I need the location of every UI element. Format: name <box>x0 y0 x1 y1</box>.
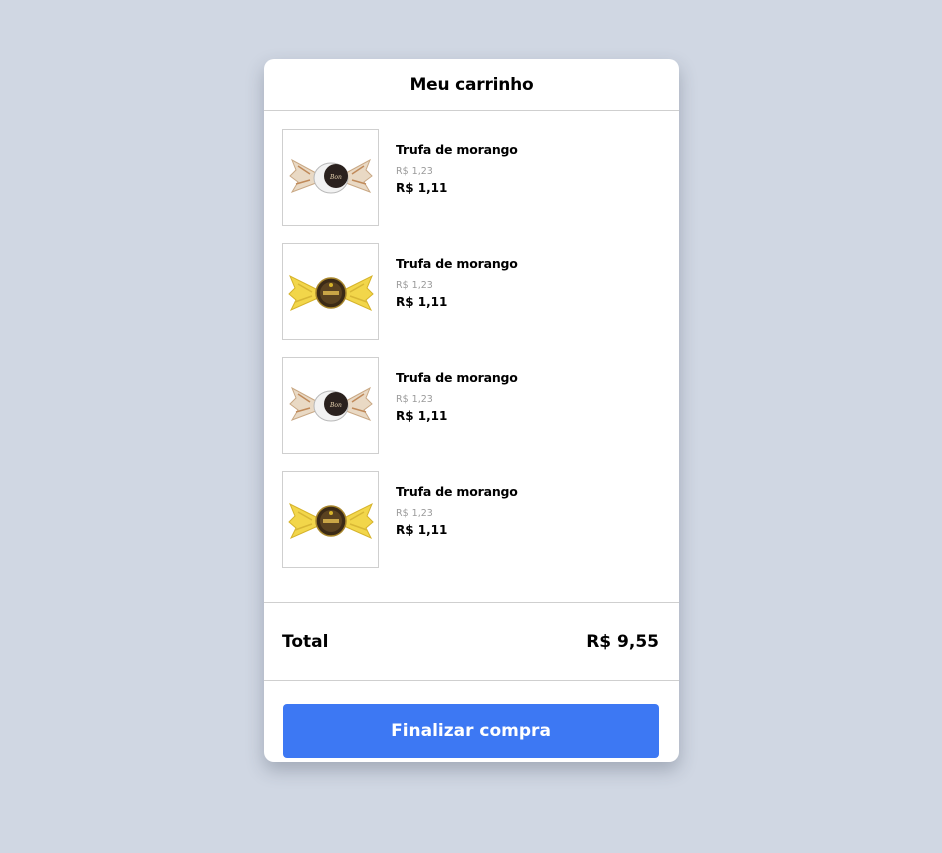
item-price: R$ 1,11 <box>396 409 448 423</box>
item-price: R$ 1,11 <box>396 181 448 195</box>
checkout-button[interactable]: Finalizar compra <box>283 704 659 758</box>
product-image <box>282 357 379 454</box>
cart-title: Meu carrinho <box>409 74 534 95</box>
item-name: Trufa de morango <box>396 142 518 157</box>
truffle-candy-white-wrapper-icon <box>288 158 373 194</box>
total-value: R$ 9,55 <box>586 631 659 652</box>
item-old-price: R$ 1,23 <box>396 508 433 519</box>
cart-item[interactable]: Trufa de morango R$ 1,23 R$ 1,11 <box>264 357 679 471</box>
item-old-price: R$ 1,23 <box>396 166 433 177</box>
cart-item[interactable]: Trufa de morango R$ 1,23 R$ 1,11 <box>264 129 679 243</box>
cart-item-list: Trufa de morango R$ 1,23 R$ 1,11 Trufa d… <box>264 111 679 603</box>
item-name: Trufa de morango <box>396 484 518 499</box>
item-name: Trufa de morango <box>396 370 518 385</box>
item-name: Trufa de morango <box>396 256 518 271</box>
product-image <box>282 243 379 340</box>
truffle-candy-yellow-wrapper-icon <box>287 502 374 539</box>
item-old-price: R$ 1,23 <box>396 280 433 291</box>
truffle-candy-white-wrapper-icon <box>288 386 373 422</box>
cart-item[interactable]: Trufa de morango R$ 1,23 R$ 1,11 <box>264 471 679 585</box>
product-image <box>282 129 379 226</box>
cart-item[interactable]: Trufa de morango R$ 1,23 R$ 1,11 <box>264 243 679 357</box>
item-price: R$ 1,11 <box>396 295 448 309</box>
cart-header: Meu carrinho <box>264 59 679 111</box>
checkout-area: Finalizar compra <box>264 681 679 758</box>
product-image <box>282 471 379 568</box>
truffle-candy-yellow-wrapper-icon <box>287 274 374 311</box>
total-label: Total <box>282 631 329 652</box>
item-old-price: R$ 1,23 <box>396 394 433 405</box>
total-row: Total R$ 9,55 <box>264 603 679 681</box>
cart-card: Meu carrinho Trufa de morango R$ 1,23 R$… <box>264 59 679 762</box>
item-price: R$ 1,11 <box>396 523 448 537</box>
